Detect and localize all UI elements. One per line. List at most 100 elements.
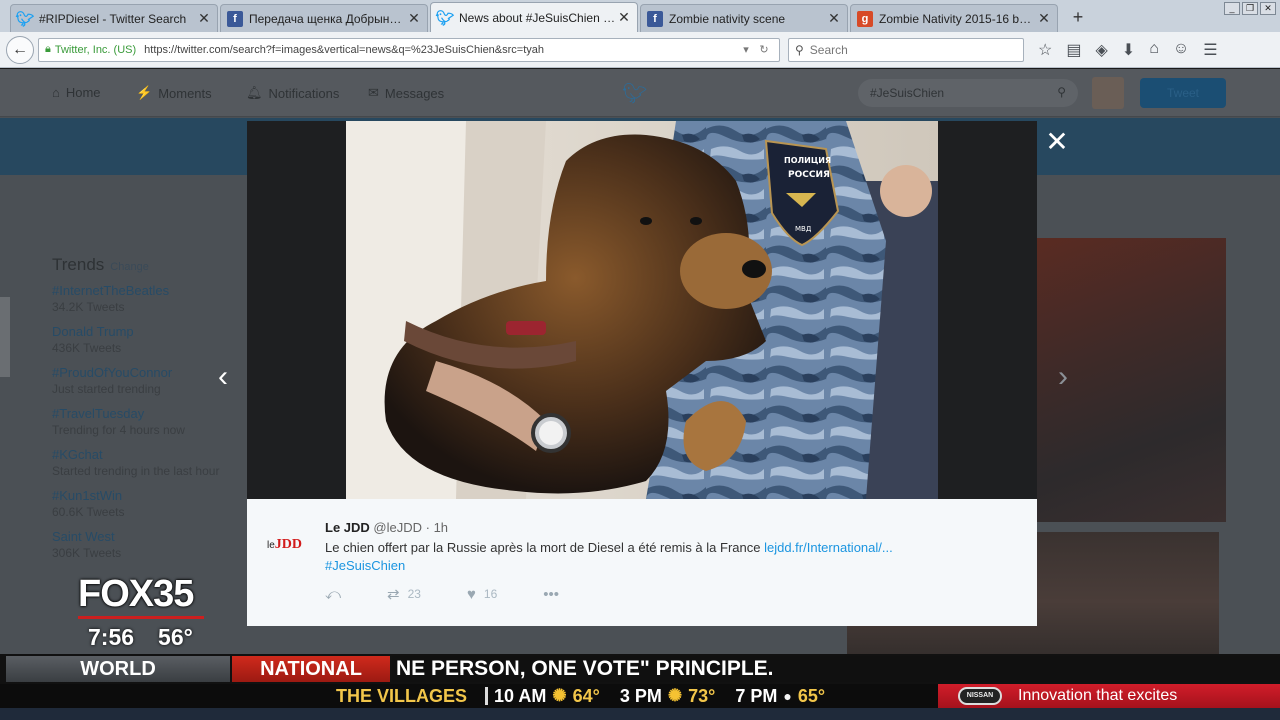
tweet-photo[interactable]: ПОЛИЦИЯ РОССИЯ МВД xyxy=(346,121,938,499)
twitter-bird-icon[interactable]: 🐦︎ xyxy=(622,81,647,106)
ad-slogan: Innovation that excites xyxy=(1018,687,1178,704)
tweet-author-handle[interactable]: @leJDD xyxy=(373,520,422,535)
retweet-icon: ⇄ xyxy=(387,586,400,603)
bookmark-star-icon[interactable]: ☆ xyxy=(1038,40,1052,60)
tab-zombie-nativity-2015[interactable]: g Zombie Nativity 2015-16 by A... ✕ xyxy=(850,4,1058,32)
menu-icon[interactable]: ☰ xyxy=(1203,40,1217,60)
trend-item[interactable]: #InternetTheBeatles 34.2K Tweets xyxy=(52,283,242,314)
facebook-icon: f xyxy=(227,10,243,27)
nav-home[interactable]: ⌂ Home xyxy=(52,85,101,100)
station-bug: FOX35 7:56 56° xyxy=(78,573,204,650)
forecast-location: THE VILLAGES xyxy=(336,685,468,706)
heart-icon: ♥ xyxy=(466,585,476,603)
dropdown-icon[interactable]: ▾ xyxy=(737,43,755,56)
tab-label: Zombie nativity scene xyxy=(669,11,786,26)
tweet-link[interactable]: lejdd.fr/International/... xyxy=(764,540,893,555)
bell-icon: 🔔︎ xyxy=(246,85,263,100)
trend-count: Started trending in the last hour xyxy=(52,464,220,478)
tweet-text: Le chien offert par la Russie après la m… xyxy=(325,539,1015,575)
tweet-timestamp[interactable]: · 1h xyxy=(426,520,448,535)
previous-media-button[interactable]: ‹ xyxy=(210,360,236,394)
url-text[interactable]: https://twitter.com/search?f=images&vert… xyxy=(144,44,737,56)
like-button[interactable]: ♥ 16 xyxy=(467,586,497,603)
avatar-jdd: JDD xyxy=(274,537,303,552)
restore-icon[interactable]: ❐ xyxy=(1242,2,1258,15)
tweet-button[interactable]: Tweet xyxy=(1140,78,1226,108)
trend-item[interactable]: #Kun1stWin 60.6K Tweets xyxy=(52,488,242,519)
twitter-icon: 🐦︎ xyxy=(15,10,35,28)
trend-item[interactable]: Saint West 306K Tweets xyxy=(52,529,242,560)
tab-jesuischien[interactable]: 🐦︎ News about #JeSuisChien on ... ✕ xyxy=(430,2,638,32)
twitter-nav: ⌂ Home ⚡ Moments 🔔︎ Notifications ✉ Messages… xyxy=(0,69,1280,117)
sponsor-ad: NISSAN Innovation that excites xyxy=(938,684,1280,708)
close-tab-icon[interactable]: ✕ xyxy=(1037,10,1051,27)
twitter-search-input[interactable]: #JeSuisChien ⚲ xyxy=(858,79,1078,107)
search-placeholder: Search xyxy=(809,42,848,57)
retweet-button[interactable]: ⇄ 23 xyxy=(387,585,421,603)
g-site-icon: g xyxy=(857,10,873,27)
reading-list-icon[interactable]: ▤ xyxy=(1066,40,1081,60)
tweet-author-name[interactable]: Le JDD xyxy=(325,520,370,535)
next-media-button[interactable]: › xyxy=(1050,360,1076,394)
nav-moments[interactable]: ⚡ Moments xyxy=(136,85,212,101)
tweet-body: Le chien offert par la Russie après la m… xyxy=(325,540,761,555)
close-tab-icon[interactable]: ✕ xyxy=(197,10,211,27)
time-temp: 7:56 56° xyxy=(88,624,193,651)
screen: 🐦︎ #RIPDiesel - Twitter Search ✕ f Перед… xyxy=(0,0,1280,720)
patch-text: РОССИЯ xyxy=(788,170,830,180)
avatar[interactable] xyxy=(1092,77,1124,109)
site-identity: Twitter, Inc. (US) xyxy=(54,43,137,56)
trend-item[interactable]: #TravelTuesday Trending for 4 hours now xyxy=(52,406,242,437)
tab-dobrynya[interactable]: f Передача щенка Добрыни ... ✕ xyxy=(220,4,428,32)
close-window-icon[interactable]: ✕ xyxy=(1260,2,1276,15)
trend-item[interactable]: #KGchat Started trending in the last hour xyxy=(52,447,242,478)
trend-count: 306K Tweets xyxy=(52,546,122,560)
reply-button[interactable]: ⤺ xyxy=(325,586,341,603)
lock-icon: 🔒︎ xyxy=(45,43,51,55)
trends-change-link[interactable]: Change xyxy=(110,261,149,273)
reply-icon: ⤺ xyxy=(325,585,342,603)
trend-count: 436K Tweets xyxy=(52,341,122,355)
close-tab-icon[interactable]: ✕ xyxy=(617,9,631,26)
new-tab-button[interactable]: + xyxy=(1066,6,1090,30)
more-icon: ••• xyxy=(543,585,560,603)
station-logo: FOX35 xyxy=(78,573,194,615)
home-icon: ⌂ xyxy=(52,85,60,100)
browser-search-input[interactable]: ⚲ Search xyxy=(788,37,1024,62)
url-bar[interactable]: 🔒︎ Twitter, Inc. (US) https://twitter.co… xyxy=(38,37,780,62)
nav-label: Home xyxy=(65,85,101,100)
home-icon[interactable]: ⌂ xyxy=(1149,40,1159,60)
side-handle[interactable] xyxy=(0,297,10,377)
back-button[interactable]: ← xyxy=(6,35,34,64)
tab-ripdiesel[interactable]: 🐦︎ #RIPDiesel - Twitter Search ✕ xyxy=(10,4,218,32)
clock-time: 7:56 xyxy=(88,624,135,650)
tab-zombie-nativity-scene[interactable]: f Zombie nativity scene ✕ xyxy=(640,4,848,32)
current-temp: 56° xyxy=(158,624,193,650)
like-count: 16 xyxy=(483,587,498,601)
close-tab-icon[interactable]: ✕ xyxy=(407,10,421,27)
trends-module: Trends Change #InternetTheBeatles 34.2K Tw… xyxy=(52,255,242,570)
tweet-avatar[interactable]: leJDD xyxy=(267,535,315,555)
nav-notifications[interactable]: 🔔︎ Notifications xyxy=(246,85,339,101)
nav-messages[interactable]: ✉ Messages xyxy=(368,85,444,101)
pocket-icon[interactable]: ◈ xyxy=(1095,40,1107,60)
minimize-icon[interactable]: _ xyxy=(1224,2,1240,15)
nav-label: Notifications xyxy=(268,85,340,101)
more-button[interactable]: ••• xyxy=(543,586,559,603)
download-icon[interactable]: ⬇ xyxy=(1122,40,1135,60)
trend-name: Saint West xyxy=(52,529,115,544)
trend-name: #InternetTheBeatles xyxy=(52,283,170,298)
reload-icon[interactable]: ↻ xyxy=(755,43,773,56)
close-lightbox-button[interactable]: ✕ xyxy=(1043,128,1071,156)
trend-item[interactable]: Donald Trump 436K Tweets xyxy=(52,324,242,355)
chat-icon[interactable]: ☺ xyxy=(1173,40,1189,60)
search-icon[interactable]: ⚲ xyxy=(1057,85,1066,99)
tweet-hashtag[interactable]: #JeSuisChien xyxy=(325,558,405,573)
close-tab-icon[interactable]: ✕ xyxy=(827,10,841,27)
facebook-icon: f xyxy=(647,10,663,27)
twitter-icon: 🐦︎ xyxy=(435,9,455,27)
trend-name: #TravelTuesday xyxy=(52,406,145,421)
logo-underline xyxy=(78,616,204,619)
ticker-headline: NE PERSON, ONE VOTE" PRINCIPLE. xyxy=(392,656,1280,682)
avatar-le: le xyxy=(267,540,275,551)
